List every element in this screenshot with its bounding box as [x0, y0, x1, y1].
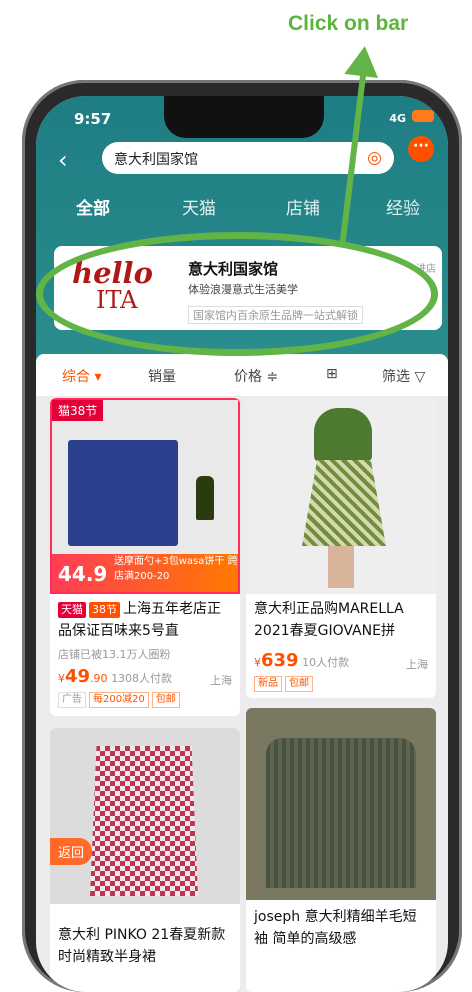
- search-query: 意大利国家馆: [114, 152, 198, 168]
- notch: [164, 96, 324, 138]
- pasta-package: [68, 440, 178, 546]
- product-title: 天猫 38节 上海五年老店正品保证百味来5号直: [58, 601, 221, 639]
- more-icon[interactable]: ···: [408, 136, 434, 162]
- filter-price[interactable]: 价格 ≑: [234, 366, 278, 386]
- product-image: 猫38节 44.9 送摩面勺+3包wasa饼干 跨店满200-20: [50, 398, 240, 594]
- phone-screen: 9:57 4G ‹ 意大利国家馆 ◎ ··· 全部 天猫 店铺 经验 hello…: [36, 96, 448, 992]
- tab-all[interactable]: 全部: [76, 194, 110, 219]
- product-location: 上海: [210, 674, 232, 687]
- product-title: 意大利 PINKO 21春夏新款时尚精致半身裙: [58, 927, 226, 965]
- product-title: joseph 意大利精细羊毛短袖 简单的高级感: [254, 909, 417, 947]
- camera-icon[interactable]: ◎: [367, 148, 382, 168]
- battery-icon: [412, 110, 434, 122]
- product-card[interactable]: joseph 意大利精细羊毛短袖 简单的高级感: [246, 708, 436, 992]
- product-location: 上海: [406, 658, 428, 671]
- tab-experience[interactable]: 经验: [386, 194, 420, 219]
- grid-view-icon[interactable]: ⊞: [326, 366, 338, 382]
- annotation-text: Click on bar: [288, 12, 409, 35]
- back-arrow-icon[interactable]: ‹: [58, 146, 68, 174]
- back-button[interactable]: 返回: [50, 838, 93, 865]
- tab-shops[interactable]: 店铺: [286, 194, 320, 219]
- product-price: ¥49.90 1308人付款: [58, 666, 173, 687]
- status-time: 9:57: [74, 110, 112, 128]
- product-tags: 广告 每200减20 包邮: [58, 692, 183, 708]
- product-title: 意大利正品购MARELLA 2021春夏GIOVANE拼: [254, 601, 404, 639]
- product-card[interactable]: 猫38节 44.9 送摩面勺+3包wasa饼干 跨店满200-20 天猫 38节上…: [50, 398, 240, 716]
- highlight-oval: [36, 232, 438, 356]
- product-card[interactable]: 意大利正品购MARELLA 2021春夏GIOVANE拼 ¥639 10人付款 …: [246, 398, 436, 698]
- filter-bar: 综合 ▾ 销量 价格 ≑ ⊞ 筛选 ▽: [36, 354, 448, 396]
- product-image: [50, 728, 240, 904]
- product-image: [246, 398, 436, 594]
- price-bar: 44.9 送摩面勺+3包wasa饼干 跨店满200-20: [52, 554, 238, 592]
- product-card[interactable]: 返回 意大利 PINKO 21春夏新款时尚精致半身裙: [50, 728, 240, 992]
- annotation-arrow-icon: [344, 44, 382, 78]
- promo-badge: 猫38节: [52, 400, 104, 421]
- oil-bottle: [196, 476, 214, 520]
- status-network: 4G: [389, 112, 406, 125]
- tab-tmall[interactable]: 天猫: [182, 194, 216, 219]
- product-image: [246, 708, 436, 900]
- product-price: ¥639 10人付款: [254, 650, 350, 671]
- filter-sales[interactable]: 销量: [148, 366, 176, 386]
- filter-comprehensive[interactable]: 综合 ▾: [62, 366, 101, 386]
- filter-screen[interactable]: 筛选 ▽: [382, 366, 425, 386]
- shop-fans: 店铺已被13.1万人圈粉: [58, 648, 171, 661]
- product-tags: 新品 包邮: [254, 676, 316, 692]
